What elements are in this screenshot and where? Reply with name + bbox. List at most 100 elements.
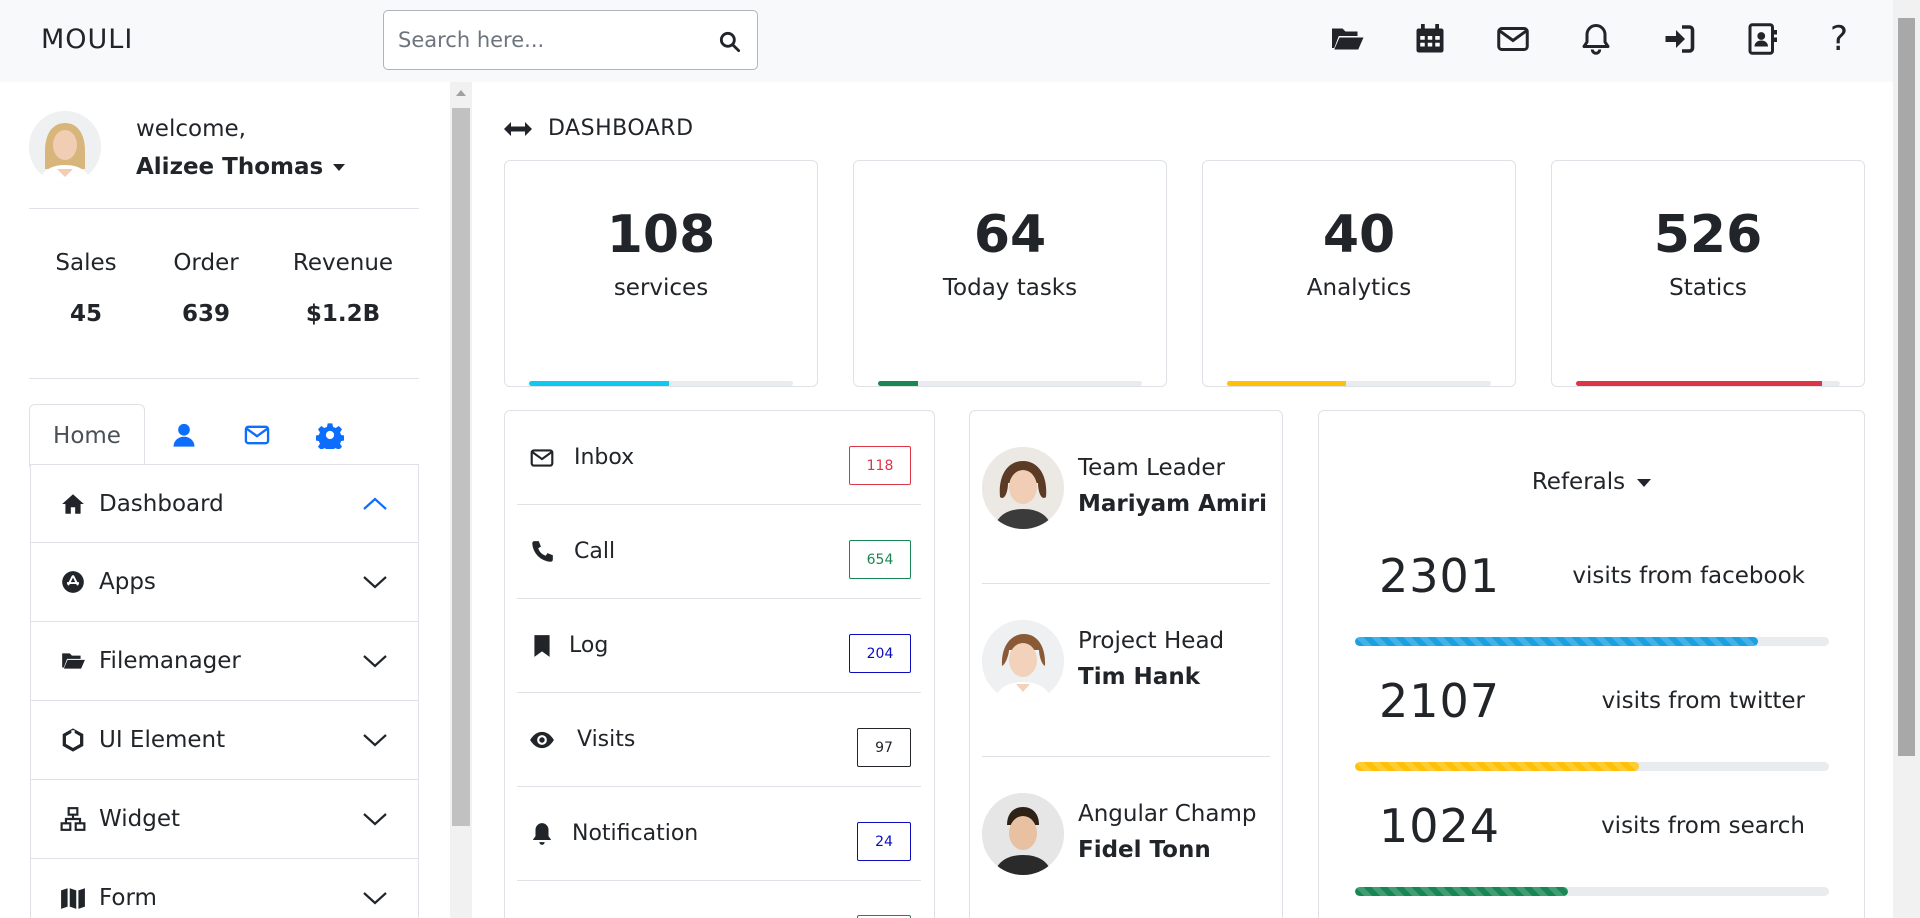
caret-down-icon xyxy=(1637,478,1652,487)
divider xyxy=(29,208,419,209)
referral-progress xyxy=(1355,637,1829,646)
card-progress-fill xyxy=(878,381,918,386)
envelope-icon xyxy=(530,449,554,467)
list-item-label: Visits xyxy=(577,727,636,752)
chevron-down-icon xyxy=(363,576,387,589)
referral-row: 2301 visits from facebook xyxy=(1355,549,1829,649)
contact-card-icon[interactable] xyxy=(1742,19,1782,59)
stat-value: 45 xyxy=(69,301,102,327)
stat-value: 639 xyxy=(181,301,230,327)
referrals-dropdown[interactable]: Referals xyxy=(1319,469,1864,495)
scroll-up-arrow[interactable] xyxy=(456,90,466,96)
stat-label: Revenue xyxy=(292,250,394,276)
question-icon[interactable]: ? xyxy=(1819,19,1859,59)
user-menu-toggle[interactable]: Alizee Thomas xyxy=(136,154,346,180)
list-item-label: Log xyxy=(569,633,609,658)
avatar xyxy=(982,447,1064,529)
avatar[interactable] xyxy=(29,111,101,183)
team-member[interactable]: Angular Champ Fidel Tonn xyxy=(982,757,1270,918)
divider xyxy=(29,378,419,379)
page-scrollbar[interactable] xyxy=(1893,0,1920,918)
brand-logo[interactable]: MOULI xyxy=(41,24,133,55)
avatar xyxy=(982,793,1064,875)
team-member[interactable]: Team Leader Mariyam Amiri xyxy=(982,411,1270,584)
member-role: Angular Champ xyxy=(1078,801,1257,827)
app-root: MOULI ? xyxy=(0,0,1920,918)
stat-card-statics[interactable]: 526 Statics xyxy=(1551,160,1865,387)
tab-messages[interactable] xyxy=(232,404,282,466)
sidebar-scrollbar-thumb[interactable] xyxy=(452,108,470,826)
caret-down-icon xyxy=(333,164,346,171)
eye-icon xyxy=(530,731,554,749)
tab-user[interactable] xyxy=(159,404,209,466)
sidebar-scrollbar[interactable] xyxy=(450,82,472,918)
list-item-inbox[interactable]: Inbox 118 xyxy=(517,411,921,505)
stat-order: Order 639 xyxy=(146,250,266,327)
envelope-icon xyxy=(244,425,270,445)
sign-in-icon[interactable] xyxy=(1659,19,1699,59)
sidebar-item-apps[interactable]: Apps xyxy=(30,543,419,622)
username: Alizee Thomas xyxy=(136,154,324,180)
count-badge: 97 xyxy=(857,728,911,767)
search-icon[interactable] xyxy=(717,29,743,55)
breadcrumb: DASHBOARD xyxy=(502,116,694,141)
sidebar-item-filemanager[interactable]: Filemanager xyxy=(30,622,419,701)
referral-value: 2107 xyxy=(1379,674,1501,728)
tab-home[interactable]: Home xyxy=(29,404,145,467)
page-scrollbar-thumb[interactable] xyxy=(1898,18,1915,756)
list-item-notification[interactable]: Notification 24 xyxy=(517,787,921,881)
card-progress xyxy=(529,381,793,386)
sidebar-item-label: Apps xyxy=(99,569,156,595)
sidebar-item-label: Dashboard xyxy=(99,490,224,517)
card-label: services xyxy=(613,275,709,301)
stat-card-analytics[interactable]: 40 Analytics xyxy=(1202,160,1516,387)
referrals-panel: Referals 2301 visits from facebook 2107 … xyxy=(1318,410,1865,918)
member-name: Mariyam Amiri xyxy=(1078,491,1267,517)
search-input[interactable] xyxy=(398,23,698,57)
list-item-label: Notification xyxy=(572,821,699,846)
bell-icon[interactable] xyxy=(1576,19,1616,59)
messages-panel: Inbox 118 Call 654 Log 204 Visits 97 Not… xyxy=(504,410,935,918)
stat-card-services[interactable]: 108 services xyxy=(504,160,818,387)
referral-label: visits from facebook xyxy=(1572,563,1805,589)
card-progress xyxy=(878,381,1142,386)
team-member[interactable]: Project Head Tim Hank xyxy=(982,584,1270,757)
chevron-down-icon xyxy=(363,655,387,668)
member-role: Project Head xyxy=(1078,628,1225,654)
folder-open-icon[interactable] xyxy=(1327,19,1367,59)
referral-progress-fill xyxy=(1355,637,1758,646)
chevron-up-icon xyxy=(363,497,387,510)
sidebar-item-widget[interactable]: Widget xyxy=(30,780,419,859)
map-icon xyxy=(59,884,87,912)
sidebar-item-form[interactable]: Form xyxy=(30,859,419,918)
user-icon xyxy=(173,423,195,447)
member-role: Team Leader xyxy=(1078,455,1225,481)
arrows-horizontal-icon[interactable] xyxy=(502,119,534,139)
sidebar-item-dashboard[interactable]: Dashboard xyxy=(30,464,419,543)
welcome-text: welcome, xyxy=(136,116,246,142)
gear-icon xyxy=(316,423,344,449)
stat-sales: Sales 45 xyxy=(26,250,146,327)
stat-card-today-tasks[interactable]: 64 Today tasks xyxy=(853,160,1167,387)
count-badge: 204 xyxy=(849,634,911,673)
card-progress-fill xyxy=(1227,381,1346,386)
card-number: 108 xyxy=(606,205,716,265)
sidebar-item-label: Widget xyxy=(99,806,180,832)
list-item-log[interactable]: Log 204 xyxy=(517,599,921,693)
sidebar-tabs: Home xyxy=(29,404,419,467)
calendar-icon[interactable] xyxy=(1410,19,1450,59)
sidebar-item-label: Filemanager xyxy=(99,648,241,674)
card-label: Today tasks xyxy=(942,275,1078,301)
list-item-visits[interactable]: Visits 97 xyxy=(517,693,921,787)
member-name: Tim Hank xyxy=(1078,664,1200,690)
chevron-down-icon xyxy=(363,892,387,905)
list-item-label: Inbox xyxy=(574,445,635,470)
tab-settings[interactable] xyxy=(305,404,355,466)
app-store-icon xyxy=(59,568,87,596)
list-item-call[interactable]: Call 654 xyxy=(517,505,921,599)
count-badge: 24 xyxy=(857,822,911,861)
stat-label: Order xyxy=(173,250,239,276)
team-panel: Team Leader Mariyam Amiri Project Head T… xyxy=(969,410,1283,918)
sidebar-item-ui-element[interactable]: UI Element xyxy=(30,701,419,780)
envelope-icon[interactable] xyxy=(1493,19,1533,59)
